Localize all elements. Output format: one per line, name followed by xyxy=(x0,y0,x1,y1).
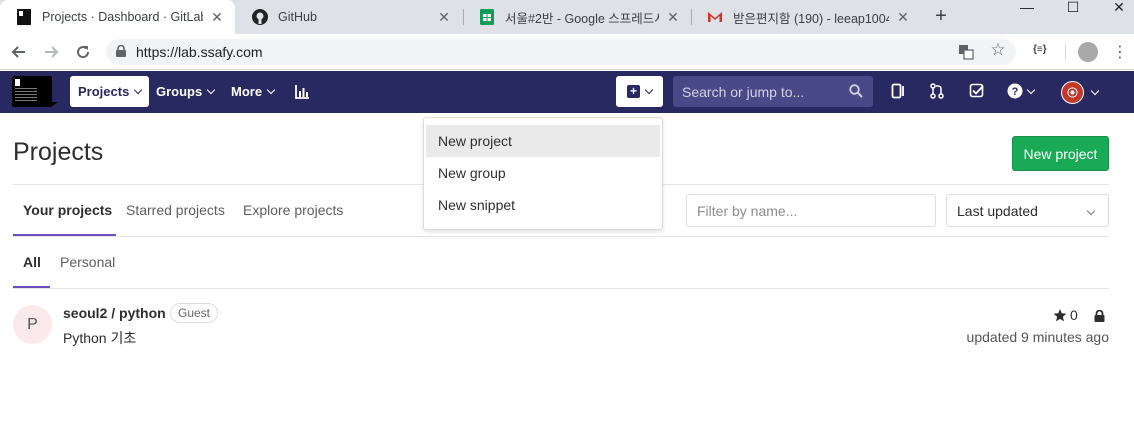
close-tab-icon[interactable]: ✕ xyxy=(209,9,225,25)
help-dropdown[interactable]: ? xyxy=(1007,82,1036,100)
minimize-window-icon[interactable]: — xyxy=(1012,0,1042,15)
browser-tab-github[interactable]: GitHub ✕ xyxy=(236,0,462,34)
chevron-down-icon xyxy=(206,85,216,95)
nav-projects-dropdown[interactable]: Projects xyxy=(70,76,150,107)
chevron-down-icon xyxy=(266,85,276,95)
chrome-menu-icon[interactable]: ⋮ xyxy=(1112,42,1128,62)
url-text: https://lab.ssafy.com xyxy=(136,44,263,60)
issues-board-icon[interactable] xyxy=(890,82,908,100)
new-tab-button[interactable]: + xyxy=(930,5,952,27)
profile-avatar[interactable] xyxy=(1078,42,1098,62)
ssafy-logo[interactable] xyxy=(12,76,58,107)
search-placeholder: Search or jump to... xyxy=(682,83,805,100)
tab-explore-projects[interactable]: Explore projects xyxy=(243,202,343,218)
nav-more-label: More xyxy=(231,84,263,99)
close-tab-icon[interactable]: ✕ xyxy=(436,9,452,25)
chevron-down-icon[interactable] xyxy=(1086,82,1104,100)
role-badge: Guest xyxy=(170,303,219,323)
plus-square-icon: + xyxy=(627,85,640,98)
project-name-link[interactable]: seoul2 / python xyxy=(63,305,166,321)
star-count-value: 0 xyxy=(1070,307,1078,323)
forward-icon[interactable] xyxy=(40,41,62,63)
browser-tab-gitlab[interactable]: Projects · Dashboard · GitLab ✕ xyxy=(0,0,235,34)
tab-your-projects[interactable]: Your projects xyxy=(23,202,112,218)
new-dropdown-button[interactable]: + xyxy=(616,76,663,107)
browser-tab-gmail[interactable]: 받은편지함 (190) - leeap1004@ ✕ xyxy=(691,0,921,34)
translate-icon[interactable] xyxy=(956,44,976,60)
subtab-personal[interactable]: Personal xyxy=(60,254,115,270)
browser-tab-sheets[interactable]: 서울#2반 - Google 스프레드시 ✕ xyxy=(463,0,691,34)
new-dropdown-menu: New project New group New snippet xyxy=(423,117,663,230)
chevron-down-icon xyxy=(1086,206,1096,216)
browser-toolbar: https://lab.ssafy.com ☆ {≡} ⋮ xyxy=(0,34,1134,70)
reload-icon[interactable] xyxy=(72,41,94,63)
gitlab-favicon-icon xyxy=(16,9,32,25)
page-title: Projects xyxy=(13,138,104,166)
star-icon xyxy=(1053,308,1067,321)
menu-item-new-project[interactable]: New project xyxy=(426,125,660,157)
menu-item-new-group[interactable]: New group xyxy=(426,157,660,189)
tab-starred-projects[interactable]: Starred projects xyxy=(126,202,225,218)
new-project-button[interactable]: New project xyxy=(1012,136,1109,171)
address-bar[interactable]: https://lab.ssafy.com xyxy=(106,39,1016,65)
gmail-icon xyxy=(707,9,723,25)
nav-more-dropdown[interactable]: More xyxy=(231,76,276,107)
bookmark-star-icon[interactable]: ☆ xyxy=(988,40,1008,59)
question-circle-icon: ? xyxy=(1007,83,1023,99)
search-input[interactable]: Search or jump to... xyxy=(673,76,873,107)
chevron-down-icon xyxy=(644,85,654,95)
google-sheets-icon xyxy=(479,9,495,25)
user-avatar[interactable] xyxy=(1061,81,1084,104)
divider xyxy=(13,288,1109,289)
activity-chart-icon[interactable] xyxy=(295,76,310,107)
subtab-all[interactable]: All xyxy=(23,254,41,270)
nav-groups-dropdown[interactable]: Groups xyxy=(156,76,216,107)
filter-by-name-input[interactable] xyxy=(686,194,936,227)
updated-timestamp: updated 9 minutes ago xyxy=(966,329,1109,345)
browser-tab-title: GitHub xyxy=(278,10,317,24)
project-avatar[interactable]: P xyxy=(13,305,52,344)
merge-request-icon[interactable] xyxy=(928,82,946,100)
gitlab-navbar: Projects Groups More + Search or jump to… xyxy=(0,71,1134,113)
svg-text:?: ? xyxy=(1012,86,1019,98)
private-lock-icon xyxy=(1094,309,1105,325)
browser-tab-title: Projects · Dashboard · GitLab xyxy=(42,10,203,24)
divider xyxy=(13,236,1109,237)
close-tab-icon[interactable]: ✕ xyxy=(665,9,681,25)
todos-icon[interactable] xyxy=(968,82,986,100)
sort-selected-value: Last updated xyxy=(957,202,1038,219)
project-description: Python 기초 xyxy=(63,330,137,346)
chevron-down-icon xyxy=(1026,85,1036,94)
browser-tab-strip: Projects · Dashboard · GitLab ✕ GitHub ✕… xyxy=(0,0,1134,34)
browser-tab-title: 서울#2반 - Google 스프레드시 xyxy=(505,11,659,26)
menu-item-new-snippet[interactable]: New snippet xyxy=(426,189,660,221)
close-tab-icon[interactable]: ✕ xyxy=(895,9,911,25)
extension-icon[interactable]: {≡} xyxy=(1033,44,1047,55)
nav-projects-label: Projects xyxy=(78,84,130,99)
search-icon xyxy=(849,84,863,101)
close-window-icon[interactable]: ✕ xyxy=(1104,0,1134,15)
browser-tab-title: 받은편지함 (190) - leeap1004@ xyxy=(733,11,889,26)
back-icon[interactable] xyxy=(8,41,30,63)
maximize-window-icon[interactable]: ☐ xyxy=(1058,0,1088,15)
star-count[interactable]: 0 xyxy=(1053,307,1078,323)
nav-groups-label: Groups xyxy=(156,84,203,99)
chevron-down-icon xyxy=(134,85,143,95)
lock-icon xyxy=(116,44,126,60)
github-icon xyxy=(252,9,268,25)
sort-select[interactable]: Last updated xyxy=(946,194,1109,227)
